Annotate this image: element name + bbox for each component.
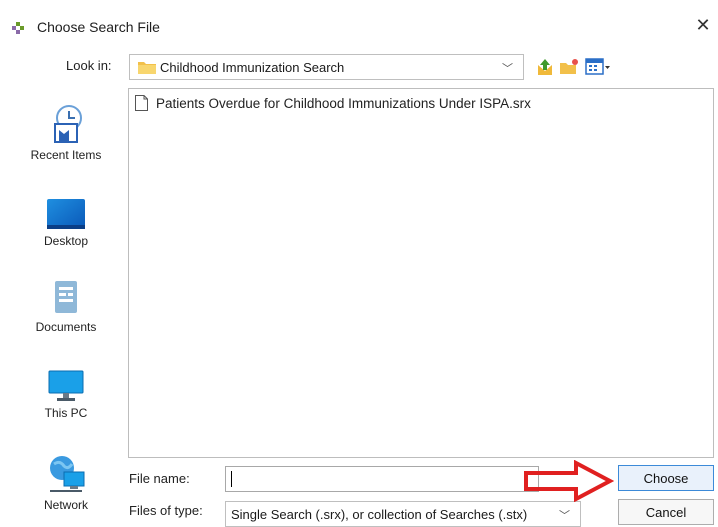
document-icon — [135, 95, 148, 111]
view-menu-button[interactable] — [584, 55, 612, 79]
place-network[interactable]: Network — [20, 454, 112, 512]
close-button[interactable]: ✕ — [688, 10, 718, 40]
documents-icon — [55, 281, 77, 313]
dialog-title: Choose Search File — [37, 19, 160, 35]
file-name: Patients Overdue for Childhood Immunizat… — [156, 95, 531, 111]
place-label: Documents — [35, 320, 97, 334]
file-type-value: Single Search (.srx), or collection of S… — [231, 506, 528, 522]
desktop-icon — [47, 199, 85, 229]
up-folder-icon — [538, 59, 552, 75]
place-label: Network — [43, 498, 88, 512]
place-desktop[interactable]: Desktop — [20, 198, 112, 248]
chevron-down-icon: ﹀ — [559, 510, 570, 522]
new-folder-icon — [560, 59, 578, 74]
place-label: This PC — [44, 406, 88, 420]
recent-items-icon — [54, 105, 82, 143]
folder-icon — [138, 62, 156, 74]
view-menu-icon — [585, 58, 610, 75]
file-name-label: File name: — [129, 471, 190, 486]
title-bar: Choose Search File ✕ — [0, 0, 718, 56]
cancel-button[interactable]: Cancel — [618, 499, 714, 525]
chevron-down-icon: ﹀ — [502, 63, 513, 75]
text-caret — [231, 471, 232, 487]
look-in-dropdown[interactable]: Childhood Immunization Search ﹀ — [129, 54, 524, 80]
file-list[interactable]: Patients Overdue for Childhood Immunizat… — [128, 88, 714, 458]
new-folder-button[interactable] — [558, 55, 580, 79]
file-type-dropdown[interactable]: Single Search (.srx), or collection of S… — [225, 501, 581, 527]
this-pc-icon — [48, 370, 84, 401]
choose-button[interactable]: Choose — [618, 465, 714, 491]
place-documents[interactable]: Documents — [20, 280, 112, 334]
look-in-label: Look in: — [66, 58, 112, 73]
place-label: Desktop — [43, 234, 89, 248]
place-recent-items[interactable]: Recent Items — [20, 104, 112, 162]
annotation-arrow-icon — [524, 460, 614, 502]
app-icon — [12, 22, 24, 34]
place-this-pc[interactable]: This PC — [20, 370, 112, 420]
place-label: Recent Items — [30, 148, 102, 162]
up-folder-button[interactable] — [535, 55, 555, 79]
places-sidebar: Recent Items Desktop Documents This PC N… — [20, 90, 112, 520]
file-type-label: Files of type: — [129, 503, 203, 518]
close-icon: ✕ — [695, 14, 711, 35]
file-name-input[interactable] — [225, 466, 539, 492]
network-icon — [50, 456, 85, 492]
list-item[interactable]: Patients Overdue for Childhood Immunizat… — [135, 95, 531, 111]
look-in-value: Childhood Immunization Search — [160, 59, 345, 75]
